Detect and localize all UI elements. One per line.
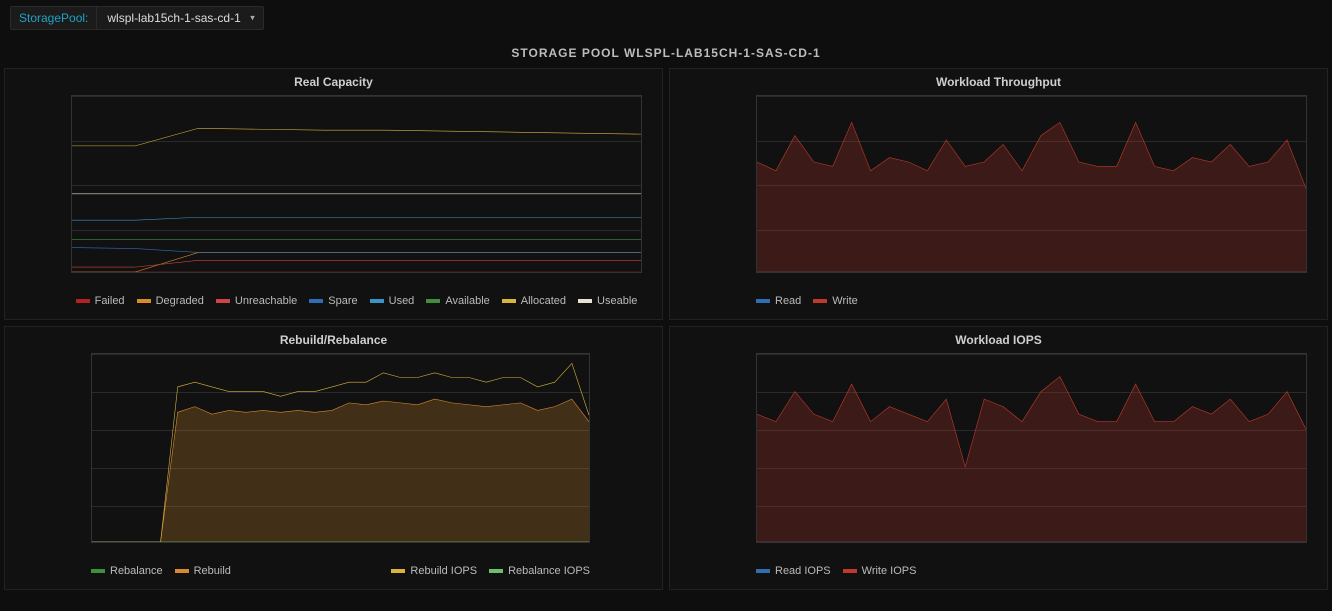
legend-swatch [216, 299, 230, 303]
panel-title: Workload Throughput [670, 69, 1327, 91]
legend-item[interactable]: Write IOPS [843, 565, 917, 577]
legend-item[interactable]: Rebuild IOPS [391, 565, 477, 577]
legend-swatch [76, 299, 90, 303]
selector-value: wlspl-lab15ch-1-sas-cd-1 ▾ [97, 7, 262, 29]
panel-title: Workload IOPS [670, 327, 1327, 349]
legend-item[interactable]: Degraded [137, 295, 204, 307]
legend-swatch [137, 299, 151, 303]
legend-label: Rebalance IOPS [508, 565, 590, 577]
legend-swatch [426, 299, 440, 303]
panel-title: Real Capacity [5, 69, 662, 91]
page-title: STORAGE POOL WLSPL-LAB15CH-1-SAS-CD-1 [0, 46, 1332, 60]
legend-label: Spare [328, 295, 357, 307]
legend-label: Rebuild [194, 565, 231, 577]
legend-item[interactable]: Read [756, 295, 801, 307]
panel-workload-iops: Workload IOPS 0 iops2.5 iops5.0 iops7.5 i… [669, 326, 1328, 590]
plot-area[interactable]: 0 iops2.5 iops5.0 iops7.5 iops10.0 iops1… [756, 353, 1307, 543]
legend: Failed Degraded Unreachable Spare Used Availa… [5, 295, 662, 307]
plot-area[interactable]: 0 Bps1.0 MBps2.0 MBps3.0 MBps4.0 MBps21:… [756, 95, 1307, 273]
selector-label: StoragePool: [11, 7, 97, 29]
legend-swatch [309, 299, 323, 303]
legend-label: Rebalance [110, 565, 163, 577]
legend-swatch [370, 299, 384, 303]
plot-area[interactable]: 0 Bps200 MBps400 MBps600 MBps800 MBps1.0… [91, 353, 590, 543]
legend-label: Failed [95, 295, 125, 307]
panel-workload-throughput: Workload Throughput 0 Bps1.0 MBps2.0 MBps… [669, 68, 1328, 320]
legend-item[interactable]: Failed [76, 295, 125, 307]
legend-swatch [175, 569, 189, 573]
legend-swatch [843, 569, 857, 573]
legend-swatch [489, 569, 503, 573]
legend-label: Read IOPS [775, 565, 831, 577]
legend: Rebalance Rebuild Rebuild IOPS Rebalance IO… [5, 565, 662, 577]
legend-item[interactable]: Allocated [502, 295, 566, 307]
legend-label: Rebuild IOPS [410, 565, 477, 577]
legend-label: Degraded [156, 295, 204, 307]
legend-item[interactable]: Rebuild [175, 565, 231, 577]
legend-item[interactable]: Spare [309, 295, 357, 307]
panel-title: Rebuild/Rebalance [5, 327, 662, 349]
legend-item[interactable]: Available [426, 295, 489, 307]
panel-rebuild-rebalance: Rebuild/Rebalance 0 Bps200 MBps400 MBps60… [4, 326, 663, 590]
caret-down-icon: ▾ [250, 13, 255, 24]
legend-item[interactable]: Useable [578, 295, 637, 307]
legend-item[interactable]: Used [370, 295, 415, 307]
legend-label: Allocated [521, 295, 566, 307]
legend: Read IOPS Write IOPS [670, 565, 1327, 577]
legend-item[interactable]: Rebalance IOPS [489, 565, 590, 577]
legend: Read Write [670, 295, 1327, 307]
legend-swatch [756, 569, 770, 573]
legend-label: Used [389, 295, 415, 307]
legend-label: Unreachable [235, 295, 297, 307]
legend-label: Read [775, 295, 801, 307]
legend-label: Available [445, 295, 489, 307]
legend-swatch [813, 299, 827, 303]
chart-grid: Real Capacity 0 B5 TiB9 TiB14 TiB18 TiB21… [0, 68, 1332, 590]
legend-item[interactable]: Unreachable [216, 295, 297, 307]
plot-area[interactable]: 0 B5 TiB9 TiB14 TiB18 TiB21:5221:5421:56… [71, 95, 642, 273]
legend-swatch [578, 299, 592, 303]
storagepool-selector[interactable]: StoragePool: wlspl-lab15ch-1-sas-cd-1 ▾ [10, 6, 264, 30]
legend-item[interactable]: Rebalance [91, 565, 163, 577]
legend-item[interactable]: Read IOPS [756, 565, 831, 577]
legend-swatch [756, 299, 770, 303]
legend-swatch [391, 569, 405, 573]
legend-label: Useable [597, 295, 637, 307]
panel-real-capacity: Real Capacity 0 B5 TiB9 TiB14 TiB18 TiB21… [4, 68, 663, 320]
legend-label: Write [832, 295, 857, 307]
legend-item[interactable]: Write [813, 295, 857, 307]
legend-swatch [502, 299, 516, 303]
legend-swatch [91, 569, 105, 573]
legend-label: Write IOPS [862, 565, 917, 577]
